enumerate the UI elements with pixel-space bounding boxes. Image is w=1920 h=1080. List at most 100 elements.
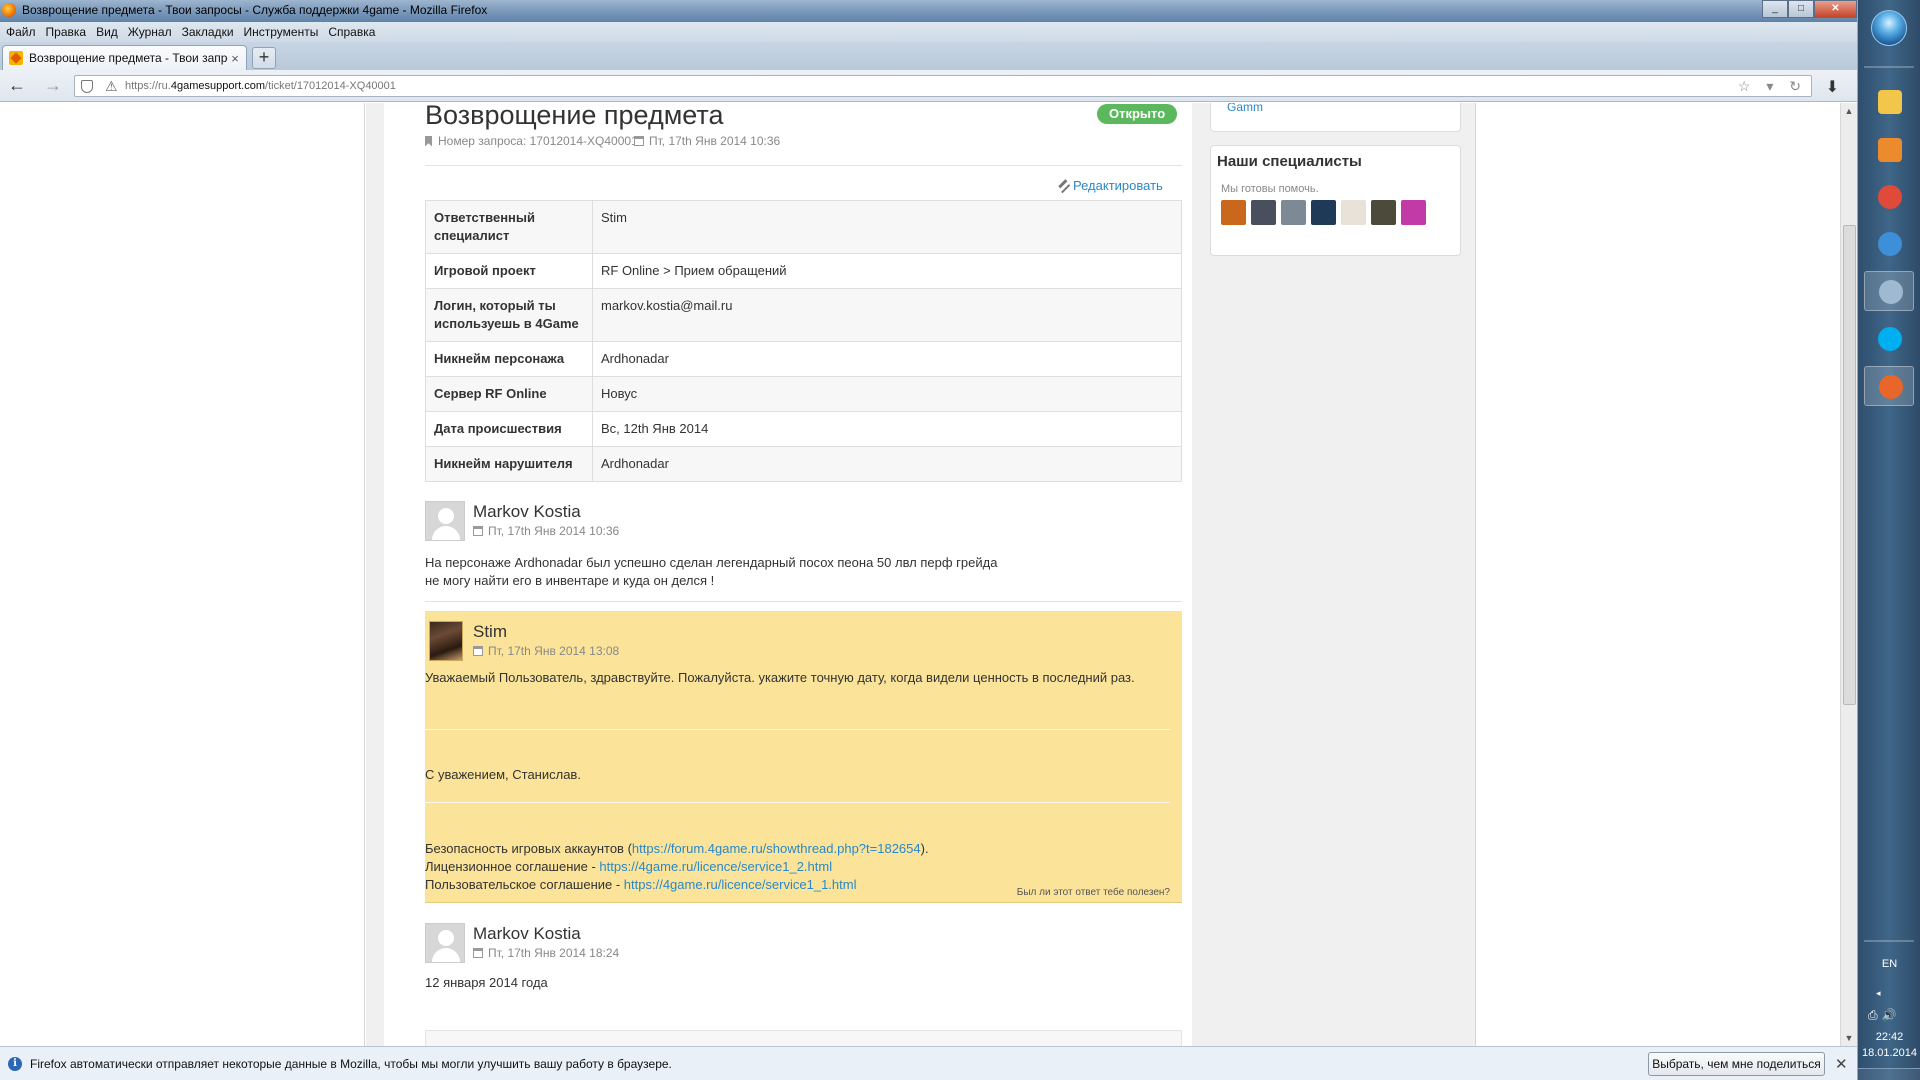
url-text[interactable]: https://ru.4gamesupport.com/ticket/17012… — [125, 80, 396, 92]
menu-bar: Файл Правка Вид Журнал Закладки Инструме… — [0, 22, 1857, 42]
specialist-avatar[interactable] — [1251, 200, 1276, 225]
choose-share-button[interactable]: Выбрать, чем мне поделиться — [1648, 1052, 1825, 1076]
field-key: Никнейм персонажа — [425, 341, 593, 377]
warning-triangle-icon[interactable]: ⚠ — [105, 78, 118, 95]
message-author: Markov Kostia — [473, 924, 581, 943]
avatar — [429, 621, 463, 661]
taskbar-separator — [1864, 66, 1914, 68]
security-link[interactable]: https://forum.4game.ru/showthread.php?t=… — [632, 841, 921, 856]
windows-taskbar: EN ◂ ⎙🔊 22:42 18.01.2014 — [1857, 0, 1920, 1080]
taskbar-app-explorer[interactable] — [1864, 82, 1914, 122]
tray-icons[interactable]: ⎙🔊 — [1868, 1008, 1901, 1023]
avatar — [425, 923, 465, 963]
field-value: Ardhonadar — [592, 446, 1182, 482]
menu-edit[interactable]: Правка — [46, 25, 87, 39]
menu-view[interactable]: Вид — [96, 25, 118, 39]
navigation-bar: ← → ⚠ https://ru.4gamesupport.com/ticket… — [0, 70, 1857, 102]
taskbar-app-downloader[interactable] — [1864, 224, 1914, 264]
message-date-text: Пт, 17th Янв 2014 13:08 — [488, 644, 620, 658]
ticket-date: Пт, 17th Янв 2014 10:36 — [634, 134, 780, 148]
message-author: Stim — [473, 622, 507, 641]
url-bar-icons[interactable]: ☆ ▾ ↻ — [1738, 78, 1807, 95]
edit-link[interactable]: Редактировать — [1054, 177, 1163, 194]
url-bar[interactable]: ⚠ https://ru.4gamesupport.com/ticket/170… — [74, 75, 1812, 97]
taskbar-app-firefox[interactable] — [1864, 366, 1914, 406]
menu-bookmarks[interactable]: Закладки — [182, 25, 234, 39]
window-controls: _ □ ✕ — [1762, 0, 1857, 18]
table-row: Игровой проект RF Online > Прием обращен… — [425, 253, 1182, 289]
messenger-icon — [1879, 280, 1903, 304]
menu-file[interactable]: Файл — [6, 25, 36, 39]
new-tab-button[interactable]: + — [252, 47, 276, 69]
taskbar-app-skype[interactable] — [1864, 319, 1914, 359]
table-row: Дата происшествия Вс, 12th Янв 2014 — [425, 411, 1182, 447]
avatar — [425, 501, 465, 541]
skype-icon — [1878, 327, 1902, 351]
reply-signature: С уважением, Станислав. — [425, 767, 581, 782]
calendar-icon — [634, 136, 644, 146]
show-hidden-icons-icon[interactable]: ◂ — [1876, 988, 1881, 999]
edit-link-label: Редактировать — [1073, 178, 1163, 193]
specialists-subtitle: Мы готовы помочь. — [1221, 183, 1319, 195]
menu-help[interactable]: Справка — [328, 25, 375, 39]
specialist-avatar[interactable] — [1371, 200, 1396, 225]
field-value: RF Online > Прием обращений — [592, 253, 1182, 289]
ticket-main-column: Возврощение предмета Открыто Номер запро… — [384, 103, 1192, 1046]
security-label: Безопасность игровых аккаунтов ( — [425, 841, 632, 856]
minimize-button[interactable]: _ — [1762, 0, 1788, 18]
security-tail: ). — [920, 841, 929, 856]
ticket-number-text: Номер запроса: 17012014-XQ40001 — [438, 134, 638, 148]
taskbar-app-messenger[interactable] — [1864, 271, 1914, 311]
scroll-down-arrow-icon[interactable]: ▼ — [1841, 1030, 1857, 1046]
field-value: Stim — [592, 200, 1182, 254]
notification-close-icon[interactable]: ✕ — [1835, 1055, 1848, 1073]
helpful-question[interactable]: Был ли этот ответ тебе полезен? — [1017, 887, 1170, 898]
user-message: Markov Kostia Пт, 17th Янв 2014 10:36 На… — [425, 501, 1182, 601]
tab-ticket[interactable]: Возврощение предмета - Твои запрос... × — [2, 45, 247, 70]
taskbar-app-chrome[interactable] — [1864, 177, 1914, 217]
menu-history[interactable]: Журнал — [128, 25, 172, 39]
ticket-fields-table: Ответственный специалист Stim Игровой пр… — [425, 200, 1182, 482]
close-window-button[interactable]: ✕ — [1814, 0, 1857, 18]
licence-link[interactable]: https://4game.ru/licence/service1_2.html — [599, 859, 832, 874]
show-desktop-button[interactable] — [1858, 1068, 1920, 1080]
specialists-title: Наши специалисты — [1217, 153, 1362, 170]
divider — [425, 802, 1170, 803]
clock-time[interactable]: 22:42 — [1858, 1031, 1920, 1043]
menu-tools[interactable]: Инструменты — [244, 25, 319, 39]
specialist-avatar[interactable] — [1281, 200, 1306, 225]
identity-shield-icon[interactable] — [81, 80, 93, 93]
licence-label: Лицензионное соглашение - — [425, 859, 600, 874]
scroll-up-arrow-icon[interactable]: ▲ — [1841, 103, 1857, 119]
message-date-text: Пт, 17th Янв 2014 10:36 — [488, 524, 620, 538]
table-row: Ответственный специалист Stim — [425, 200, 1182, 254]
user-agreement-link[interactable]: https://4game.ru/licence/service1_1.html — [624, 877, 857, 892]
forward-arrow-icon[interactable]: → — [42, 76, 64, 96]
page-left-gutter — [0, 103, 365, 1046]
title-bar[interactable]: Возврощение предмета - Твои запросы - Сл… — [0, 0, 1857, 22]
message-date: Пт, 17th Янв 2014 13:08 — [473, 644, 619, 658]
specialists-avatars — [1221, 200, 1431, 225]
tab-close-icon[interactable]: × — [228, 51, 242, 66]
specialist-avatar[interactable] — [1311, 200, 1336, 225]
message-date-text: Пт, 17th Янв 2014 18:24 — [488, 946, 620, 960]
start-button[interactable] — [1871, 10, 1907, 46]
download-icon[interactable]: ⬇ — [1826, 77, 1839, 97]
web-page: Возврощение предмета Открыто Номер запро… — [0, 103, 1857, 1046]
sidebar-top-widget-text[interactable]: Gamm — [1227, 103, 1263, 114]
back-arrow-icon[interactable]: ← — [6, 76, 28, 96]
message-date: Пт, 17th Янв 2014 18:24 — [473, 946, 619, 960]
user-agreement-line: Пользовательское соглашение - https://4g… — [425, 877, 856, 892]
ticket-number: Номер запроса: 17012014-XQ40001 — [425, 134, 638, 148]
taskbar-app-media[interactable] — [1864, 130, 1914, 170]
language-indicator[interactable]: EN — [1858, 958, 1920, 970]
scrollbar-thumb[interactable] — [1843, 225, 1856, 705]
vertical-scrollbar[interactable]: ▲ ▼ — [1840, 103, 1857, 1046]
maximize-button[interactable]: □ — [1788, 0, 1814, 18]
specialist-avatar[interactable] — [1221, 200, 1246, 225]
clock-date[interactable]: 18.01.2014 — [1858, 1047, 1920, 1059]
user-message: Markov Kostia Пт, 17th Янв 2014 18:24 12… — [425, 923, 1182, 1003]
specialist-avatar[interactable] — [1341, 200, 1366, 225]
specialist-avatar[interactable] — [1401, 200, 1426, 225]
bookmark-icon — [425, 135, 432, 147]
